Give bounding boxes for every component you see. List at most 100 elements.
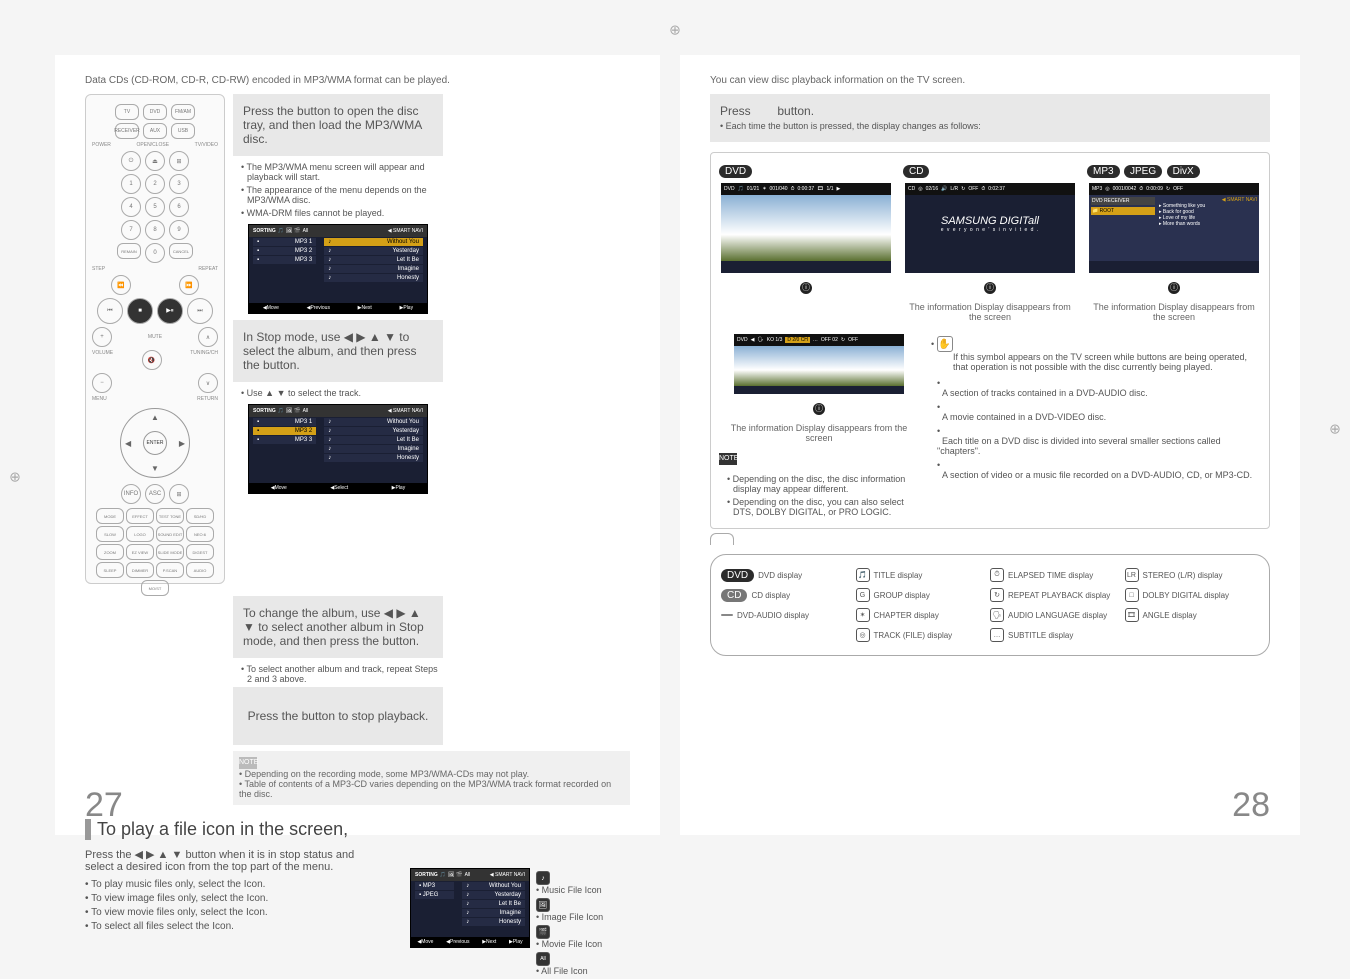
- rm-open-lbl: OPEN/CLOSE: [137, 142, 170, 148]
- fade-cd: The information Display disappears from …: [903, 302, 1077, 322]
- rm-power-lbl: POWER: [92, 142, 111, 148]
- rm-recv: RECEIVER: [115, 123, 139, 139]
- rm-b1: EFFECT: [126, 508, 154, 524]
- rm-aux: AUX: [143, 123, 167, 139]
- legend-label: AUDIO LANGUAGE display: [1008, 611, 1107, 620]
- rm-rew: ⏪: [111, 275, 131, 295]
- step-2: In Stop mode, use ◀ ▶ ▲ ▼ to select the …: [233, 320, 443, 382]
- page-27: Data CDs (CD-ROM, CD-R, CD-RW) encoded i…: [55, 55, 660, 835]
- mr1: ♪ Without You: [324, 238, 423, 246]
- rm-b10: SLIDE MODE: [156, 544, 184, 560]
- right-step: Press button. • Each time the button is …: [710, 94, 1270, 142]
- m1: ▪ MP3 1: [253, 238, 316, 246]
- rm-b2: TEST TONE: [156, 508, 184, 524]
- rm-info: INFO: [121, 484, 141, 504]
- mr2b: ♪ Yesterday: [324, 427, 423, 435]
- glossary: • A section of tracks contained in a DVD…: [937, 378, 1261, 480]
- mr3: ♪ Let It Be: [324, 256, 423, 264]
- info-icon-3: ⓘ: [1168, 282, 1180, 294]
- legend-item: CDCD display: [721, 588, 856, 602]
- legend-icon: …: [990, 628, 1004, 642]
- crop-mark-top: ⊕: [669, 22, 681, 39]
- rm-open: ⏏: [145, 151, 165, 171]
- leg-music: ♪ • Music File Icon: [536, 871, 603, 895]
- leg-image: 🖼 • Image File Icon: [536, 898, 603, 922]
- rb2: • Depending on the disc, you can also se…: [727, 497, 919, 517]
- rm-b14: P.SCAN: [156, 562, 184, 578]
- rm-7: 7: [121, 220, 141, 240]
- page-number-28: 28: [1232, 786, 1270, 825]
- rm-tv: TV: [115, 104, 139, 120]
- rm-b5: LOGO: [126, 526, 154, 542]
- crop-mark-right: ⊕: [1329, 421, 1341, 438]
- rm-vol: VOLUME: [92, 350, 113, 370]
- rm-b15: AUDIO: [186, 562, 214, 578]
- rm-tvvid: ⊞: [169, 151, 189, 171]
- rm-3: 3: [169, 174, 189, 194]
- rm-b4: SLOW: [96, 526, 124, 542]
- legend-icon: 🗣: [990, 608, 1004, 622]
- rm-remain: REMAIN: [117, 243, 141, 259]
- tv-dvd: DVD🎵01/21✶001/040⏱0:00:37🎞1/1▶: [721, 183, 891, 273]
- rm-asc: ASC: [145, 484, 165, 504]
- rm-2: 2: [145, 174, 165, 194]
- rm-stop: ■: [127, 298, 153, 324]
- legend-item: DVDDVD display: [721, 568, 856, 582]
- note-icon: NOTE: [239, 757, 257, 769]
- s1-b1: • The MP3/WMA menu screen will appear an…: [241, 162, 443, 182]
- legend-icon: G: [856, 588, 870, 602]
- rm-0: 0: [145, 243, 165, 263]
- rm-repeat: REPEAT: [198, 266, 218, 272]
- legend-icon: ◎: [856, 628, 870, 642]
- legend-label: ANGLE display: [1143, 611, 1197, 620]
- page-header-right: You can view disc playback information o…: [710, 75, 1270, 86]
- legend-item: ↻REPEAT PLAYBACK display: [990, 588, 1125, 602]
- legend-label: DVD-AUDIO display: [737, 611, 809, 620]
- rm-mute-lbl: MUTE: [148, 334, 162, 340]
- mr3b: ♪ Let It Be: [324, 436, 423, 444]
- legend-icon: □: [1125, 588, 1139, 602]
- fade-dvd: The information Display disappears from …: [719, 423, 919, 443]
- rm-tunedn: ∨: [198, 373, 218, 393]
- crop-mark-left: ⊕: [9, 469, 21, 486]
- s2-b: • Use ▲ ▼ to select the track.: [241, 388, 443, 398]
- legend-label: DVD display: [758, 571, 802, 580]
- note-text: • Depending on the recording mode, some …: [239, 769, 619, 799]
- mr5: ♪ Honesty: [324, 274, 423, 282]
- rm-b11: DIGEST: [186, 544, 214, 560]
- rb1: • Depending on the disc, the disc inform…: [727, 474, 919, 494]
- rm-return: RETURN: [197, 396, 218, 402]
- info-icon-4: ⓘ: [813, 403, 825, 415]
- pill-dvd: DVD: [719, 165, 752, 178]
- rm-play: ▶⏸: [157, 298, 183, 324]
- rm-1: 1: [121, 174, 141, 194]
- legend-item: 🎞 ANGLE display: [1125, 608, 1260, 622]
- rm-b13: DIMMER: [126, 562, 154, 578]
- legend-label: CHAPTER display: [874, 611, 939, 620]
- rm-next: ⏭: [187, 298, 213, 324]
- legend-label: ELAPSED TIME display: [1008, 571, 1093, 580]
- note-icon-r: NOTE: [719, 453, 737, 465]
- legend-bubble: DVDDVD display🎵TITLE display⏱ELAPSED TIM…: [710, 554, 1270, 656]
- pill-mp3: MP3: [1087, 165, 1120, 178]
- mr1b: ♪ Without You: [324, 418, 423, 426]
- pill-divx: DivX: [1167, 165, 1200, 178]
- rm-6: 6: [169, 197, 189, 217]
- mr2: ♪ Yesterday: [324, 247, 423, 255]
- info-icon-1: ⓘ: [800, 282, 812, 294]
- rm-tvvid-lbl: TV/VIDEO: [195, 142, 218, 148]
- s3-b: • To select another album and track, rep…: [241, 664, 443, 684]
- pill-cd: CD: [903, 165, 929, 178]
- rm-fmam: FM/AM: [171, 104, 195, 120]
- legend-item: ✶CHAPTER display: [856, 608, 991, 622]
- rm-5: 5: [145, 197, 165, 217]
- rm-step: STEP: [92, 266, 105, 272]
- s1-b2: • The appearance of the menu depends on …: [241, 185, 443, 205]
- rm-b12: SLEEP: [96, 562, 124, 578]
- legend-icon: 🎞: [1125, 608, 1139, 622]
- rm-9: 9: [169, 220, 189, 240]
- remote-control: TVDVDFM/AM RECEIVERAUXUSB POWEROPEN/CLOS…: [85, 94, 225, 584]
- rm-enter: ENTER: [143, 431, 167, 455]
- legend-label: TITLE display: [874, 571, 923, 580]
- mr4b: ♪ Imagine: [324, 445, 423, 453]
